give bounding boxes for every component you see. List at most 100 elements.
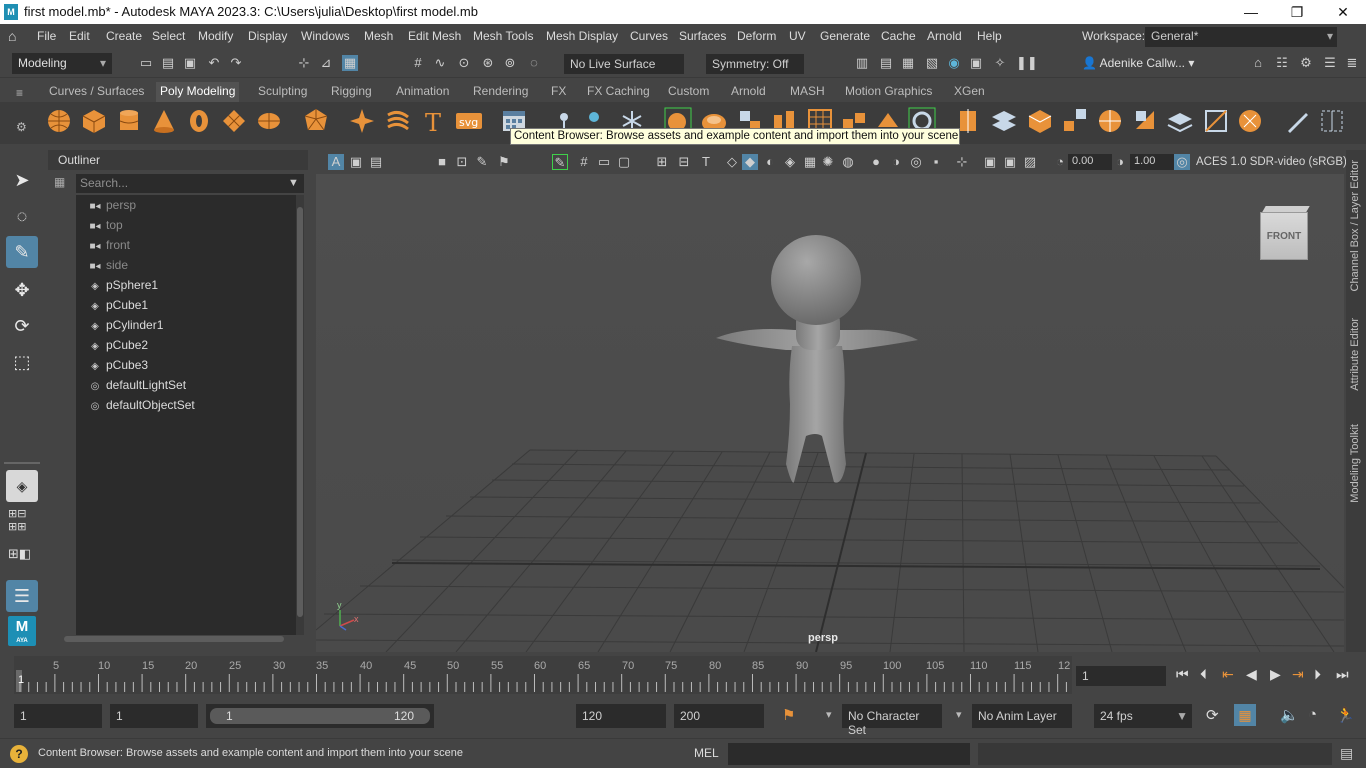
uv-planar-icon[interactable] bbox=[1132, 107, 1160, 135]
tab-poly-modeling[interactable]: Poly Modeling bbox=[156, 82, 240, 102]
move-tool-icon[interactable]: ✥ bbox=[6, 274, 38, 306]
uv-layout-icon[interactable] bbox=[1062, 107, 1090, 135]
two-d-pan-icon[interactable]: ⊡ bbox=[454, 154, 470, 170]
ipr-render-icon[interactable]: ▦ bbox=[900, 55, 916, 71]
uv-editor-icon[interactable] bbox=[1202, 107, 1230, 135]
uv-cube-icon[interactable] bbox=[1026, 107, 1054, 135]
gamma-icon[interactable]: ◑ bbox=[1112, 154, 1128, 170]
viewport-select-camera-icon[interactable]: A bbox=[328, 154, 344, 170]
close-button[interactable]: ✕ bbox=[1320, 0, 1366, 24]
safe-title-icon[interactable]: ⊟ bbox=[676, 154, 692, 170]
menu-cache[interactable]: Cache bbox=[881, 29, 916, 43]
character-model[interactable] bbox=[716, 235, 918, 483]
menu-mesh-tools[interactable]: Mesh Tools bbox=[473, 29, 533, 43]
chevron-down-icon[interactable]: ▼ bbox=[288, 177, 299, 189]
menu-edit[interactable]: Edit bbox=[69, 29, 90, 43]
auto-key-icon[interactable]: ⚑ bbox=[782, 706, 795, 724]
tab-modeling-toolkit[interactable]: Modeling Toolkit bbox=[1349, 424, 1361, 503]
scrollbar-thumb[interactable] bbox=[297, 207, 303, 617]
chevron-down-icon[interactable]: ▾ bbox=[826, 708, 832, 721]
go-to-end-icon[interactable]: ⏭ bbox=[1336, 666, 1349, 683]
hypershade-icon[interactable]: ◉ bbox=[946, 55, 962, 71]
tab-fx-caching[interactable]: FX Caching bbox=[587, 84, 650, 98]
camera-attributes-icon[interactable]: ▣ bbox=[348, 154, 364, 170]
paint-select-tool-icon[interactable]: ✎ bbox=[6, 236, 38, 268]
menu-uv[interactable]: UV bbox=[789, 29, 806, 43]
exposure-field[interactable]: 0.00 bbox=[1068, 154, 1112, 170]
new-scene-icon[interactable]: ▭ bbox=[138, 55, 154, 71]
snap-together-icon[interactable]: ◌ bbox=[526, 55, 542, 71]
step-back-key-icon[interactable]: ⇤ bbox=[1222, 666, 1234, 683]
bookmark-camera-icon[interactable]: ⚑ bbox=[496, 154, 512, 170]
loop-icon[interactable]: ⟳ bbox=[1206, 706, 1219, 724]
four-pane-layout-icon[interactable]: ⊞⊟ ⊞⊞ bbox=[8, 508, 36, 536]
poly-cylinder-icon[interactable] bbox=[115, 107, 143, 135]
poly-cone-icon[interactable] bbox=[150, 107, 178, 135]
tool-settings-toggle-icon[interactable]: ⚙ bbox=[1298, 55, 1314, 71]
playback-end-field[interactable]: 120 bbox=[576, 704, 666, 728]
list-item[interactable]: ■◂ top bbox=[88, 218, 122, 238]
resolution-gate-icon[interactable]: ▢ bbox=[616, 154, 632, 170]
uv-sphere-icon[interactable] bbox=[1096, 107, 1124, 135]
script-editor-icon[interactable]: ▤ bbox=[1340, 745, 1353, 762]
menu-create[interactable]: Create bbox=[106, 29, 142, 43]
platonic-solid-icon[interactable] bbox=[302, 107, 330, 135]
select-tool-icon[interactable]: ➤ bbox=[6, 164, 38, 196]
command-line-input[interactable] bbox=[728, 743, 970, 765]
shadows-icon[interactable]: ◍ bbox=[840, 154, 856, 170]
scale-tool-icon[interactable]: ⬚ bbox=[6, 346, 38, 378]
workspace-dropdown[interactable]: General* ▾ bbox=[1145, 27, 1337, 47]
animation-end-field[interactable]: 200 bbox=[674, 704, 764, 728]
undo-icon[interactable]: ↶ bbox=[206, 55, 222, 71]
tab-mash[interactable]: MASH bbox=[790, 84, 825, 98]
menu-select[interactable]: Select bbox=[152, 29, 185, 43]
playback-speed-icon[interactable]: ◔ bbox=[1308, 706, 1317, 723]
poly-plane-icon[interactable] bbox=[220, 107, 248, 135]
uv-unfold-icon[interactable] bbox=[1166, 107, 1194, 135]
live-surface-field[interactable]: No Live Surface bbox=[564, 54, 684, 74]
script-language-toggle[interactable]: MEL bbox=[694, 746, 719, 760]
render-current-icon[interactable]: ▤ bbox=[878, 55, 894, 71]
list-item[interactable]: ■◂ front bbox=[88, 238, 130, 258]
menu-curves[interactable]: Curves bbox=[630, 29, 668, 43]
cache-playback-icon[interactable]: ▦ bbox=[1234, 704, 1256, 726]
list-item[interactable]: ◈ pCylinder1 bbox=[88, 318, 163, 338]
super-shape-icon[interactable] bbox=[348, 107, 376, 135]
uv-checker-icon[interactable] bbox=[1236, 107, 1264, 135]
menu-windows[interactable]: Windows bbox=[301, 29, 350, 43]
pencil-icon[interactable] bbox=[1284, 107, 1312, 135]
list-item[interactable]: ■◂ persp bbox=[88, 198, 136, 218]
tab-channel-box[interactable]: Channel Box / Layer Editor bbox=[1349, 160, 1361, 291]
poly-sphere-icon[interactable] bbox=[45, 107, 73, 135]
menu-modify[interactable]: Modify bbox=[198, 29, 233, 43]
open-scene-icon[interactable]: ▤ bbox=[160, 55, 176, 71]
svg-tool-icon[interactable]: svg bbox=[455, 107, 483, 135]
film-gate-icon[interactable]: ▭ bbox=[596, 154, 612, 170]
hud-text-icon[interactable]: T bbox=[698, 154, 714, 170]
checker-icon[interactable]: ▦ bbox=[802, 154, 818, 170]
playback-start-field[interactable]: 1 bbox=[110, 704, 198, 728]
menu-mesh[interactable]: Mesh bbox=[364, 29, 393, 43]
menu-help[interactable]: Help bbox=[977, 29, 1002, 43]
list-item[interactable]: ◈ pCube3 bbox=[88, 358, 148, 378]
snap-live-icon[interactable]: ⊚ bbox=[502, 55, 518, 71]
poly-cube-icon[interactable] bbox=[80, 107, 108, 135]
use-all-lights-icon[interactable]: ✺ bbox=[820, 154, 836, 170]
light-editor-icon[interactable]: ✧ bbox=[992, 55, 1008, 71]
sound-icon[interactable]: 🔈 bbox=[1280, 706, 1299, 724]
two-pane-layout-icon[interactable]: ⊞◧ bbox=[8, 546, 36, 570]
channel-box-toggle-icon[interactable]: ☰ bbox=[1322, 55, 1338, 71]
measure-tool-icon[interactable] bbox=[1318, 107, 1346, 135]
exposure-icon[interactable]: ◔ bbox=[1052, 154, 1068, 170]
symmetry-dropdown[interactable]: Symmetry: Off bbox=[706, 54, 804, 74]
play-forwards-icon[interactable]: ▶ bbox=[1270, 666, 1281, 683]
smooth-shade-icon[interactable]: ◆ bbox=[742, 154, 758, 170]
safe-action-icon[interactable]: ⊞ bbox=[654, 154, 670, 170]
anim-layer-dropdown[interactable]: No Anim Layer bbox=[972, 704, 1072, 728]
account-menu[interactable]: 👤 Adenike Callw... ▾ bbox=[1082, 54, 1202, 74]
tab-attribute-editor[interactable]: Attribute Editor bbox=[1349, 318, 1361, 391]
current-frame-field[interactable]: 1 bbox=[1076, 666, 1166, 686]
outliner-layout-icon[interactable]: ☰ bbox=[6, 580, 38, 612]
maximize-button[interactable]: ❐ bbox=[1274, 0, 1320, 24]
tab-sculpting[interactable]: Sculpting bbox=[258, 84, 307, 98]
